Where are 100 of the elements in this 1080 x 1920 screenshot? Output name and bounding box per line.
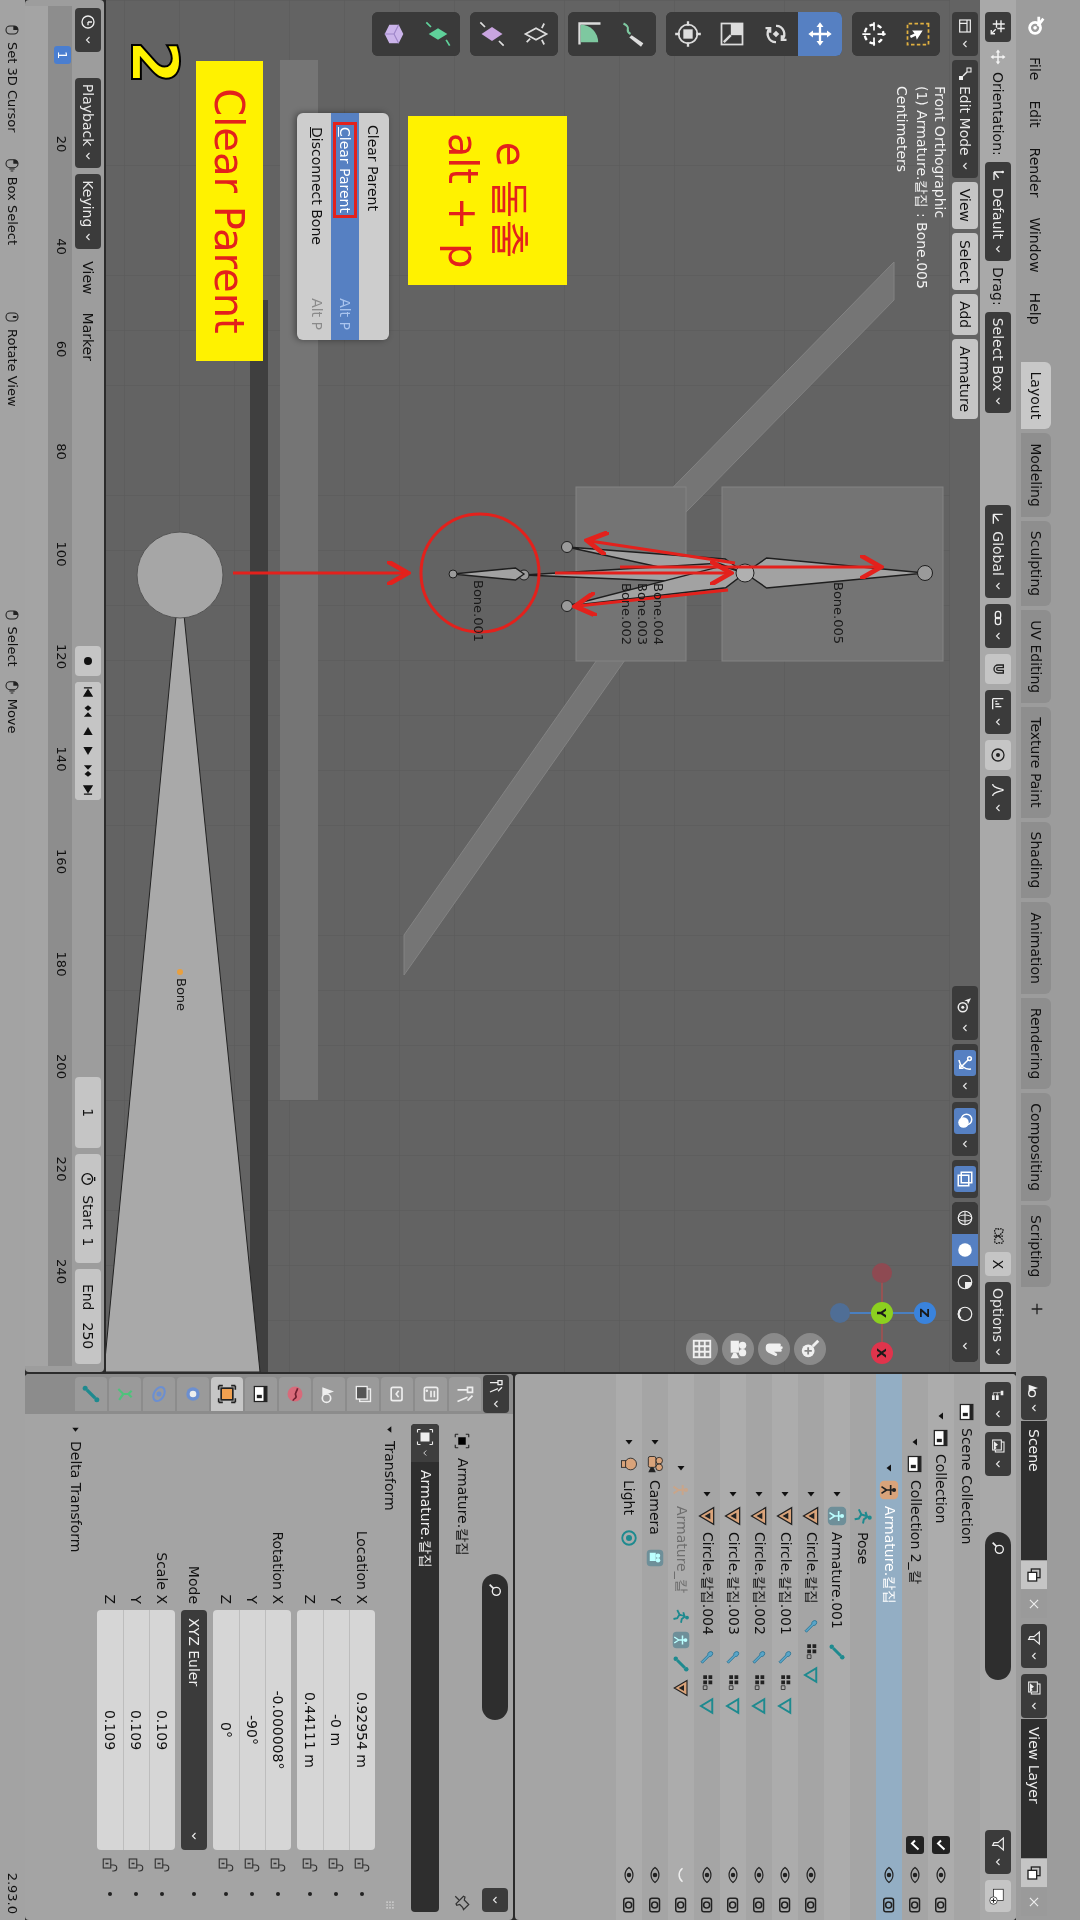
mirror-toggle[interactable]: X — [985, 1252, 1011, 1276]
outliner-row[interactable]: Light — [616, 1374, 642, 1920]
workspace-tab[interactable]: Sculpting — [1021, 520, 1051, 607]
workspace-tab[interactable]: Scripting — [1021, 1205, 1051, 1288]
options-dropdown[interactable]: Options — [985, 1281, 1011, 1364]
frame-number: 140 — [54, 746, 69, 772]
keying-dropdown[interactable]: Keying — [75, 174, 101, 250]
bone-label: Bone — [174, 978, 189, 1012]
name-field[interactable]: Armature.칼집 — [411, 1424, 439, 1912]
note-text: alt + p — [439, 132, 488, 269]
menu-item[interactable]: Marker — [80, 306, 96, 367]
outliner-row[interactable]: Circle.칼집.003 — [720, 1374, 746, 1920]
menu-item[interactable]: View — [80, 255, 96, 301]
mode-dropdown[interactable]: XYZ Euler — [181, 1610, 207, 1850]
menu-item[interactable]: Add — [952, 294, 978, 336]
section-header[interactable]: Delta Transform — [61, 1424, 91, 1912]
frame-number: 180 — [54, 951, 69, 977]
menu-item[interactable]: File — [1021, 48, 1049, 90]
number-field[interactable]: 0.92954 m — [349, 1610, 375, 1850]
item-name: Circle.칼집.001 — [777, 1532, 794, 1635]
workspace-tab[interactable]: Animation — [1021, 902, 1051, 994]
step-number: 2 — [122, 40, 186, 85]
workspace-tab[interactable]: UV Editing — [1021, 610, 1051, 704]
frame-number: 200 — [54, 1054, 69, 1079]
outliner-row[interactable]: Circle.칼집.004 — [694, 1374, 720, 1920]
menu-item[interactable]: Render — [1021, 138, 1049, 207]
number-field[interactable]: 0.109 — [97, 1610, 123, 1850]
menu-item[interactable]: Armature — [952, 339, 978, 419]
frame-number: 120 — [54, 644, 69, 669]
menu-item[interactable]: Edit — [1021, 91, 1049, 137]
field-label: Z — [301, 1593, 319, 1604]
item-name: Armature.001 — [829, 1532, 845, 1629]
frame-number: 220 — [54, 1156, 69, 1182]
outliner-row[interactable]: Camera — [642, 1374, 668, 1920]
scene-field[interactable]: Scene — [1021, 1421, 1047, 1560]
bone-label: Bone.004 — [651, 583, 666, 646]
section-title: Delta Transform — [68, 1441, 84, 1553]
field-label: Mode — [185, 1564, 203, 1604]
bone-label: Bone.005 — [831, 582, 846, 645]
field-label: Y — [127, 1594, 145, 1604]
workspace-tab[interactable]: Rendering — [1021, 997, 1051, 1090]
hint-text: Box Select — [5, 176, 20, 246]
item-name: Collection 2_칼 — [907, 1480, 924, 1584]
frame-number: 240 — [54, 1259, 69, 1284]
workspace-tab[interactable]: Layout — [1021, 361, 1051, 430]
hint-text: Select — [5, 626, 20, 667]
outliner-row[interactable]: Collection — [928, 1374, 954, 1920]
playback-dropdown[interactable]: Playback — [75, 77, 101, 169]
end-frame-field[interactable]: End 250 — [75, 1269, 101, 1364]
number-field[interactable]: -0 m — [323, 1610, 349, 1850]
view-layer-field[interactable]: View Layer — [1021, 1719, 1047, 1858]
section-header[interactable]: Transform — [375, 1424, 405, 1912]
bone-label: Bone.002 — [619, 583, 634, 646]
outliner-row[interactable]: Circle.칼집.001 — [772, 1374, 798, 1920]
note-text: e 돌출 — [487, 141, 536, 260]
bone-label: Bone.001 — [471, 580, 486, 643]
number-field[interactable]: 0.109 — [149, 1610, 175, 1850]
mode-dropdown[interactable]: Edit Mode — [952, 60, 978, 178]
hint-text: Move — [5, 698, 20, 734]
viewport-info-text: Front Orthographic — [932, 86, 948, 221]
frame-number: 80 — [54, 443, 69, 460]
transform-orientation-dropdown[interactable]: Global — [985, 505, 1011, 598]
field-label: Z — [217, 1593, 235, 1604]
outliner-row[interactable]: Circle.칼집.002 — [746, 1374, 772, 1920]
viewport-info-text: Centimeters — [894, 86, 910, 175]
menu-item[interactable]: Help — [1021, 283, 1049, 334]
frame-number: 160 — [54, 849, 69, 874]
number-field[interactable]: 0° — [213, 1610, 239, 1850]
workspace-tab[interactable]: Shading — [1021, 821, 1051, 899]
number-field[interactable]: 0.109 — [123, 1610, 149, 1850]
outliner-row[interactable]: Collection 2_칼 — [902, 1374, 928, 1920]
orientation-dropdown[interactable]: Default — [985, 161, 1011, 261]
outliner-row[interactable]: Armature.001 — [824, 1374, 850, 1920]
field-label: Rotation X — [269, 1530, 287, 1604]
hint-text: Rotate View — [5, 329, 20, 407]
item-name: Circle.칼집.004 — [699, 1532, 716, 1635]
menu-item[interactable]: Disconnect Bone Alt P — [303, 113, 331, 340]
workspace-tab[interactable]: Compositing — [1021, 1093, 1051, 1202]
workspace-tab[interactable]: Modeling — [1021, 433, 1051, 517]
menu-item[interactable]: Clear Parent Alt P — [331, 113, 359, 340]
number-field[interactable]: 0.44111 m — [297, 1610, 323, 1850]
number-field[interactable]: -0.000008° — [265, 1610, 291, 1850]
menu-item[interactable]: Window — [1021, 208, 1049, 282]
outliner-row[interactable]: Pose — [850, 1374, 876, 1920]
playhead[interactable]: 1 — [54, 46, 71, 65]
item-name: Scene Collection — [959, 1428, 975, 1545]
start-frame-field[interactable]: Start 1 — [75, 1154, 101, 1264]
field-label: Location X — [353, 1529, 371, 1604]
number-field[interactable]: -90° — [239, 1610, 265, 1850]
axis-gizmo: X Y Z — [830, 1263, 936, 1364]
drag-label: Drag: — [990, 266, 1006, 306]
item-name: Armature.칼집 — [881, 1506, 898, 1605]
outliner-row[interactable]: Circle.칼집 — [798, 1374, 824, 1920]
menu-item[interactable]: Select — [952, 232, 978, 291]
current-frame-field[interactable]: 1 — [75, 1077, 101, 1149]
workspace-tab[interactable]: Texture Paint — [1021, 707, 1051, 818]
outliner-row[interactable]: Scene Collection — [954, 1374, 980, 1920]
menu-item[interactable]: View — [952, 181, 978, 229]
drag-dropdown[interactable]: Select Box — [985, 311, 1011, 414]
menu-title: Clear Parent — [364, 124, 382, 213]
